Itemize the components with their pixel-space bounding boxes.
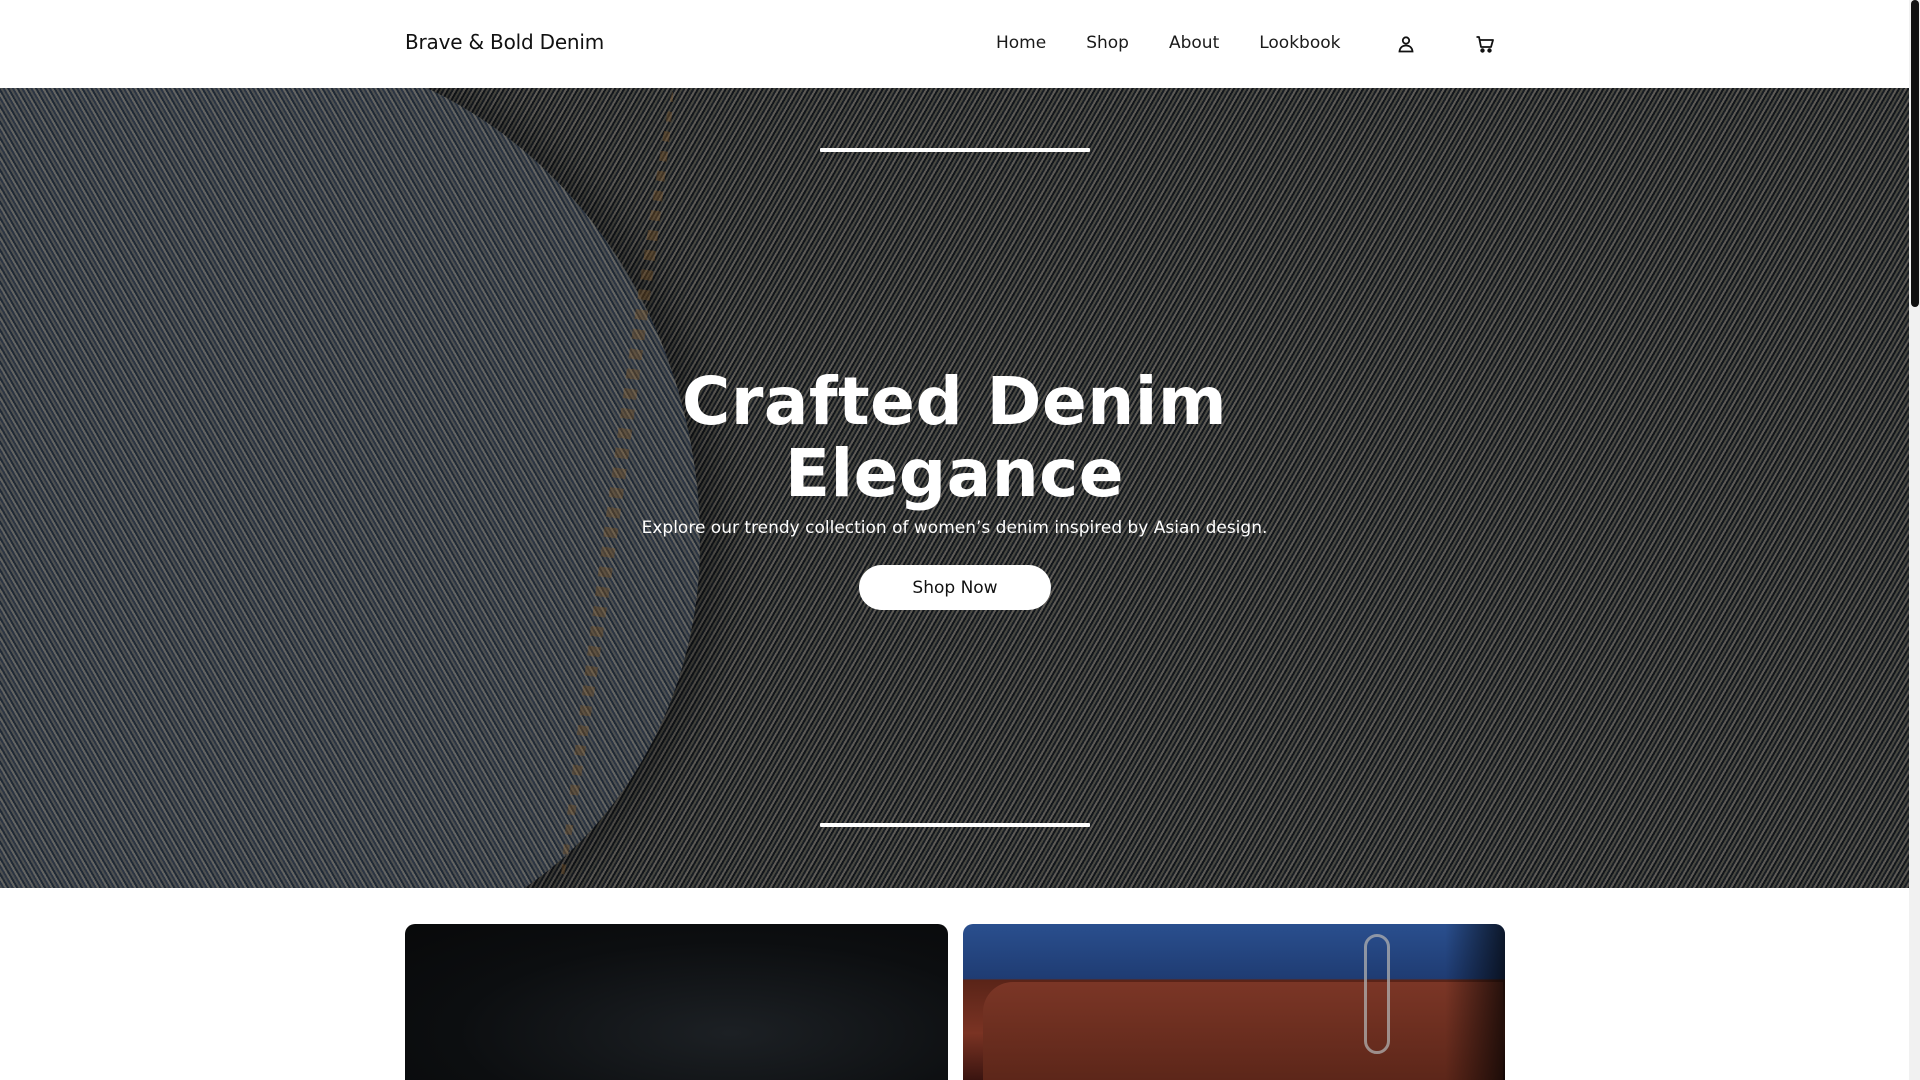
hero-divider-bottom	[820, 823, 1090, 827]
hero-title: Crafted Denim Elegance	[0, 366, 1909, 510]
hero-title-line-2: Elegance	[784, 435, 1125, 512]
page-scrollbar[interactable]	[1909, 0, 1920, 1080]
hero-subtitle: Explore our trendy collection of women’s…	[641, 518, 1268, 538]
nav-shop[interactable]: Shop	[1086, 33, 1129, 55]
hero-title-line-1: Crafted Denim	[681, 363, 1228, 440]
product-card-left[interactable]	[405, 924, 948, 1080]
nav-about[interactable]: About	[1169, 33, 1219, 55]
product-image-shadow	[1445, 924, 1505, 1080]
brand-logo[interactable]: Brave & Bold Denim	[405, 30, 604, 54]
nav-lookbook[interactable]: Lookbook	[1259, 33, 1340, 55]
main-nav: Home Shop About Lookbook	[996, 33, 1341, 55]
product-image-strap	[1364, 934, 1390, 1054]
site-header: Brave & Bold Denim Home Shop About Lookb…	[0, 0, 1909, 88]
cart-icon[interactable]	[1473, 32, 1497, 56]
shop-now-button[interactable]: Shop Now	[859, 565, 1051, 610]
product-card-right[interactable]	[963, 924, 1505, 1080]
scrollbar-thumb[interactable]	[1911, 0, 1919, 307]
hero-banner: Crafted Denim Elegance Explore our trend…	[0, 88, 1909, 888]
product-image-bag	[983, 982, 1503, 1080]
hero-divider-top	[820, 148, 1090, 152]
user-icon[interactable]	[1394, 32, 1418, 56]
nav-home[interactable]: Home	[996, 33, 1046, 55]
